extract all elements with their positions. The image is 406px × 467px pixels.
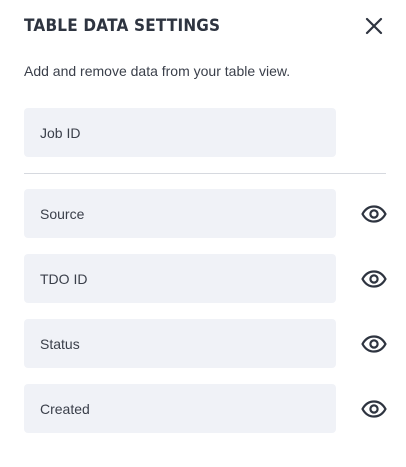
dialog-subtitle: Add and remove data from your table view… xyxy=(24,63,291,79)
toggle-visibility-source-button[interactable] xyxy=(360,204,388,224)
column-label: Source xyxy=(40,205,85,222)
toggle-visibility-created-button[interactable] xyxy=(360,399,388,419)
eye-icon xyxy=(361,400,387,418)
toggle-visibility-tdo-id-button[interactable] xyxy=(360,269,388,289)
column-field-job-id: Job ID xyxy=(24,108,336,157)
divider xyxy=(24,173,386,174)
table-data-settings-dialog: TABLE DATA SETTINGS Add and remove data … xyxy=(0,0,406,467)
close-button[interactable] xyxy=(362,14,386,38)
eye-icon xyxy=(361,270,387,288)
eye-icon xyxy=(361,205,387,223)
column-label: Status xyxy=(40,335,80,352)
dialog-title: TABLE DATA SETTINGS xyxy=(24,16,221,36)
column-field-source[interactable]: Source xyxy=(24,189,336,238)
toggle-visibility-status-button[interactable] xyxy=(360,334,388,354)
close-icon xyxy=(365,17,383,35)
column-label: Created xyxy=(40,400,90,417)
column-label: Job ID xyxy=(40,124,81,141)
eye-icon xyxy=(361,335,387,353)
column-field-status[interactable]: Status xyxy=(24,319,336,368)
column-field-created[interactable]: Created xyxy=(24,384,336,433)
column-label: TDO ID xyxy=(40,270,88,287)
column-field-tdo-id[interactable]: TDO ID xyxy=(24,254,336,303)
